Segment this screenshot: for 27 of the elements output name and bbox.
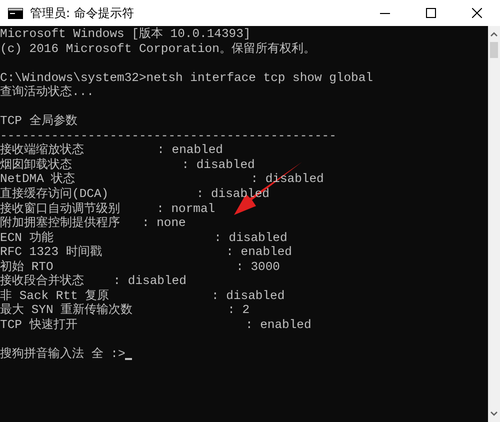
console-line: 烟囱卸载状态 : disabled — [0, 158, 255, 172]
console-line: C:\Windows\system32>netsh interface tcp show global — [0, 70, 373, 85]
console-line: 附加拥塞控制提供程序 : none — [0, 216, 186, 231]
close-icon — [472, 8, 482, 18]
console-line: TCP 快速打开 : enabled — [0, 318, 312, 332]
console-line: TCP 全局参数 — [0, 114, 78, 129]
console-line: 非 Sack Rtt 复原 : disabled — [0, 288, 285, 303]
scrollbar[interactable] — [488, 26, 500, 422]
console-line: 接收端缩放状态 : enabled — [0, 143, 223, 158]
console-line: 接收段合并状态 : disabled — [0, 274, 186, 289]
console-line: ---------------------------------------------- — [0, 128, 336, 143]
console-line: RFC 1323 时间戳 : enabled — [0, 245, 292, 260]
window-title: 管理员: 命令提示符 — [30, 4, 134, 22]
scroll-down-icon[interactable] — [490, 410, 498, 418]
input-method-prompt: 搜狗拼音输入法 全 :> — [0, 347, 126, 362]
text-cursor — [125, 358, 132, 360]
console-line: 查询活动状态... — [0, 85, 94, 100]
console-line: Microsoft Windows [版本 10.0.14393] — [0, 27, 251, 42]
console-line: (c) 2016 Microsoft Corporation。保留所有权利。 — [0, 42, 316, 56]
scroll-thumb[interactable] — [490, 42, 498, 58]
console-line: 初始 RTO : 3000 — [0, 260, 280, 274]
console-line: 最大 SYN 重新传输次数 : 2 — [0, 303, 250, 318]
console-line: ECN 功能 : disabled — [0, 230, 288, 245]
scroll-up-icon[interactable] — [490, 30, 498, 38]
console-icon — [8, 8, 23, 18]
maximize-icon — [426, 8, 436, 18]
console-line: 接收窗口自动调节级别 : normal — [0, 202, 216, 216]
